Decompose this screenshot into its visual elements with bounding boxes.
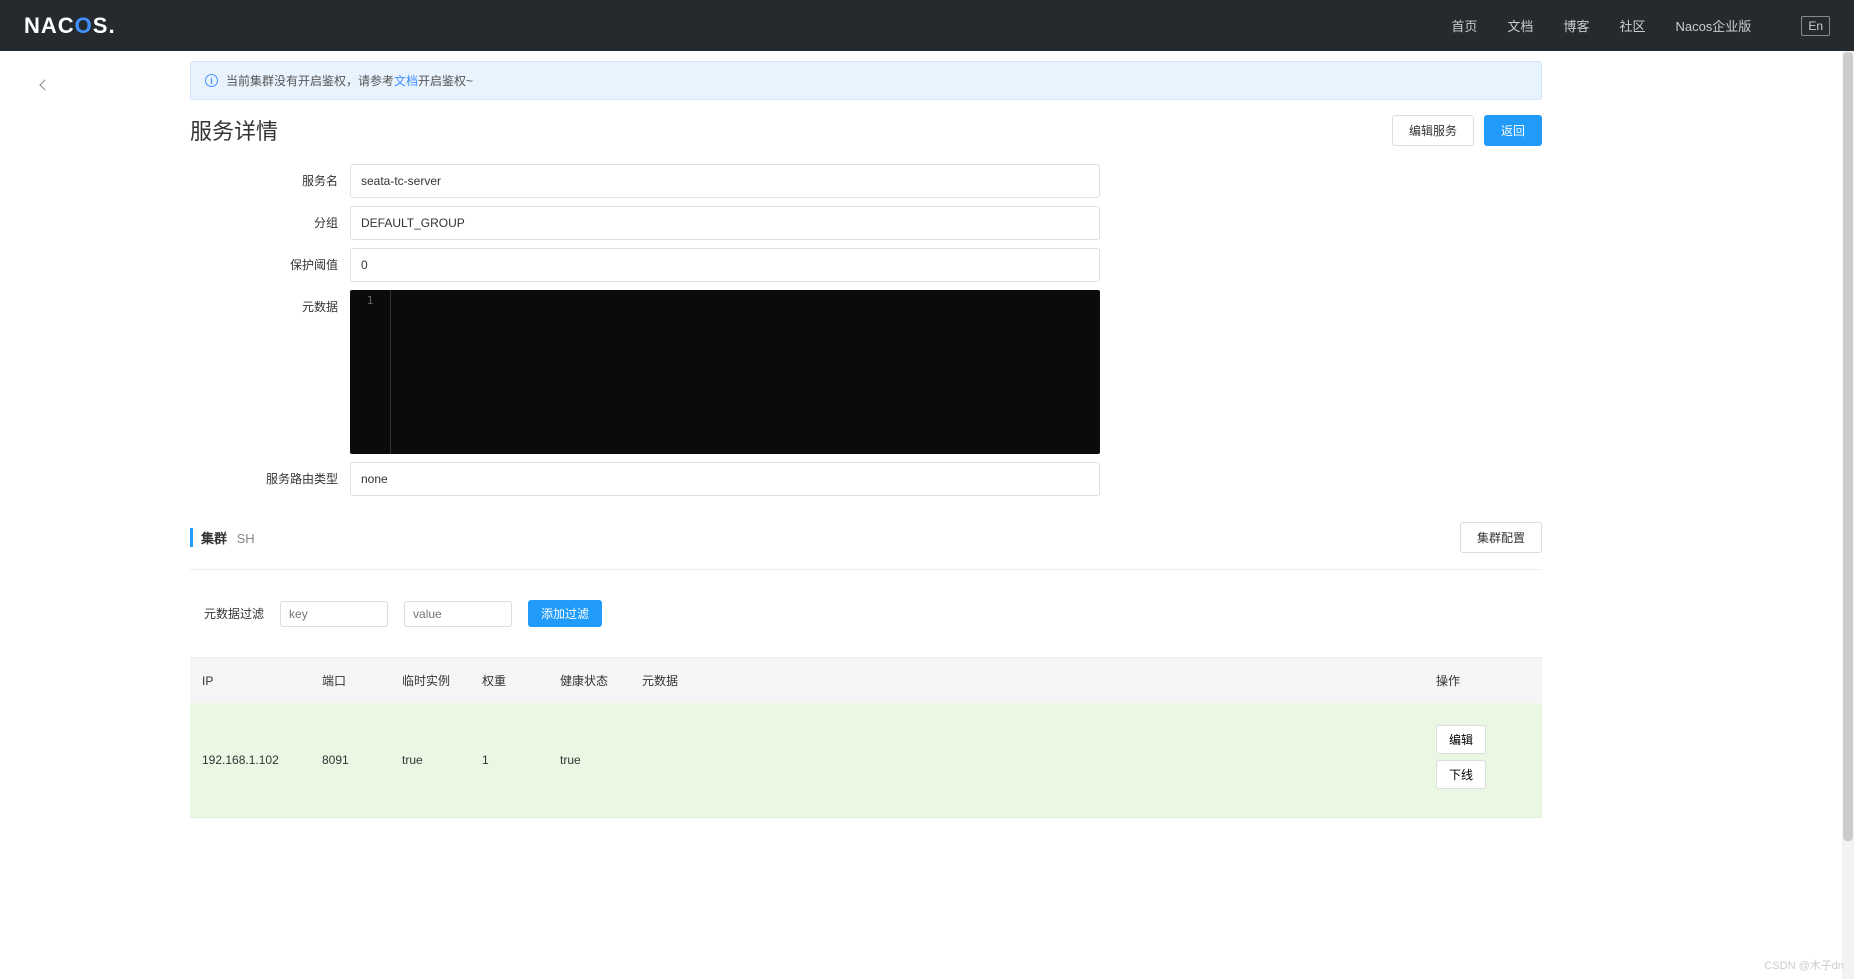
alert-doc-link[interactable]: 文档 (394, 74, 418, 88)
page-title: 服务详情 (190, 114, 278, 146)
cell-ip: 192.168.1.102 (190, 703, 310, 818)
back-button[interactable]: 返回 (1484, 115, 1542, 146)
service-name-input[interactable] (350, 164, 1100, 198)
metadata-editor[interactable]: 1 (350, 290, 1100, 454)
filter-value-input[interactable] (404, 601, 512, 627)
row-offline-button[interactable]: 下线 (1436, 760, 1486, 789)
filter-key-input[interactable] (280, 601, 388, 627)
cluster-name: SH (237, 531, 255, 546)
info-icon: i (205, 74, 218, 87)
scrollbar-thumb[interactable] (1843, 52, 1853, 841)
cell-actions: 编辑 下线 (1424, 703, 1542, 818)
cluster-title: 集群 SH (190, 528, 255, 547)
cluster-header: 集群 SH 集群配置 (190, 522, 1542, 570)
th-ephemeral: 临时实例 (390, 658, 470, 704)
cluster-title-text: 集群 (201, 531, 227, 546)
cell-metadata (630, 703, 1424, 818)
th-port: 端口 (310, 658, 390, 704)
auth-alert: i 当前集群没有开启鉴权，请参考文档开启鉴权~ (190, 61, 1542, 100)
watermark: CSDN @木子dn (1764, 957, 1844, 973)
selector-label: 服务路由类型 (190, 462, 350, 496)
topnav-links: 首页 文档 博客 社区 Nacos企业版 En (1451, 16, 1830, 36)
main-content: i 当前集群没有开启鉴权，请参考文档开启鉴权~ 服务详情 编辑服务 返回 服务名… (90, 51, 1570, 858)
scrollbar-vertical[interactable] (1842, 51, 1854, 979)
th-actions: 操作 (1424, 658, 1542, 704)
line-number: 1 (350, 290, 390, 307)
nav-blog[interactable]: 博客 (1563, 16, 1589, 35)
th-ip: IP (190, 658, 310, 704)
nav-docs[interactable]: 文档 (1507, 16, 1533, 35)
service-name-label: 服务名 (190, 164, 350, 198)
th-weight: 权重 (470, 658, 548, 704)
instances-table: IP 端口 临时实例 权重 健康状态 元数据 操作 192.168.1.102 … (190, 657, 1542, 818)
metadata-content[interactable] (390, 290, 407, 454)
cell-port: 8091 (310, 703, 390, 818)
chevron-left-icon[interactable] (39, 79, 50, 90)
table-header-row: IP 端口 临时实例 权重 健康状态 元数据 操作 (190, 658, 1542, 704)
page-header: 服务详情 编辑服务 返回 (190, 114, 1542, 146)
top-nav: NACOS. 首页 文档 博客 社区 Nacos企业版 En (0, 0, 1854, 51)
add-filter-button[interactable]: 添加过滤 (528, 600, 602, 627)
threshold-label: 保护阈值 (190, 248, 350, 282)
row-edit-button[interactable]: 编辑 (1436, 725, 1486, 754)
sidebar (0, 51, 90, 858)
logo: NACOS. (24, 13, 116, 39)
cell-ephemeral: true (390, 703, 470, 818)
th-healthy: 健康状态 (548, 658, 630, 704)
nav-home[interactable]: 首页 (1451, 16, 1477, 35)
lang-toggle[interactable]: En (1801, 16, 1830, 36)
metadata-filter-row: 元数据过滤 添加过滤 (204, 600, 1542, 627)
edit-service-button[interactable]: 编辑服务 (1392, 115, 1474, 146)
nav-community[interactable]: 社区 (1619, 16, 1645, 35)
cluster-config-button[interactable]: 集群配置 (1460, 522, 1542, 553)
filter-label: 元数据过滤 (204, 605, 264, 622)
table-row: 192.168.1.102 8091 true 1 true 编辑 下线 (190, 703, 1542, 818)
threshold-input[interactable] (350, 248, 1100, 282)
alert-suffix: 开启鉴权~ (418, 74, 473, 88)
metadata-label: 元数据 (190, 290, 350, 454)
cell-healthy: true (548, 703, 630, 818)
nav-enterprise[interactable]: Nacos企业版 (1675, 16, 1751, 35)
group-label: 分组 (190, 206, 350, 240)
group-input[interactable] (350, 206, 1100, 240)
th-metadata: 元数据 (630, 658, 1424, 704)
alert-prefix: 当前集群没有开启鉴权，请参考 (226, 74, 394, 88)
cell-weight: 1 (470, 703, 548, 818)
selector-input[interactable] (350, 462, 1100, 496)
